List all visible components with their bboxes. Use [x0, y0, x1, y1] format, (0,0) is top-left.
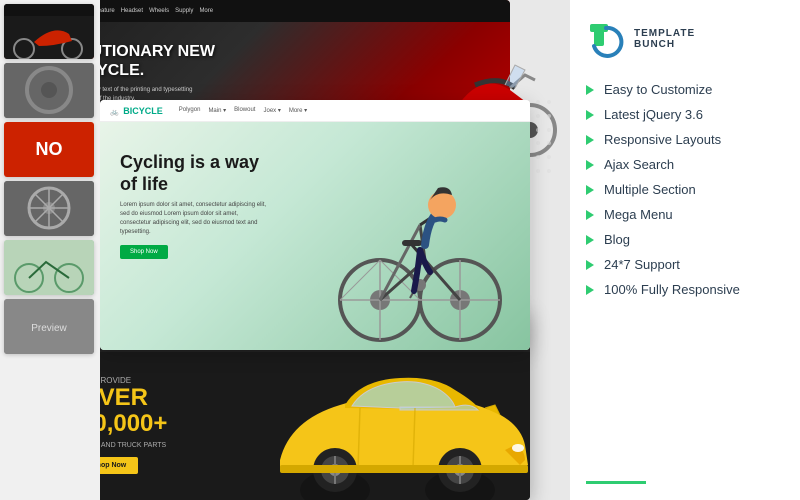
feature-item-8: 100% Fully Responsive: [586, 282, 784, 297]
template-bicycle: 🚲 BICYCLE Polygon Main ▾ Blowout Joex ▾ …: [100, 100, 530, 350]
feature-item-3: Ajax Search: [586, 157, 784, 172]
dot: [536, 141, 540, 145]
right-panel: TEMPLATE BUNCH Easy to Customize Latest j…: [570, 0, 800, 500]
thumb-wheel[interactable]: [4, 181, 94, 236]
feature-item-6: Blog: [586, 232, 784, 247]
feature-label: Blog: [604, 232, 630, 247]
feature-arrow-icon: [586, 160, 594, 170]
dot: [536, 128, 540, 132]
bicycle-shop-button[interactable]: Shop Now: [120, 245, 168, 259]
auto-hero-number: OVER 90,000+: [80, 385, 240, 438]
feature-label: Easy to Customize: [604, 82, 712, 97]
feature-item-4: Multiple Section: [586, 182, 784, 197]
thumb-extra[interactable]: Preview: [4, 299, 94, 354]
car-image: [260, 352, 530, 500]
dot: [536, 155, 540, 159]
dot: [536, 114, 540, 118]
bicycle-logo: 🚲 BICYCLE: [110, 106, 163, 116]
cyclist-image: [330, 140, 510, 350]
dot: [547, 128, 551, 132]
dot: [547, 100, 551, 104]
feature-label: 100% Fully Responsive: [604, 282, 740, 297]
feature-label: Responsive Layouts: [604, 132, 721, 147]
features-list: Easy to Customize Latest jQuery 3.6 Respon…: [586, 82, 784, 297]
feature-arrow-icon: [586, 85, 594, 95]
thumb-motorcycle[interactable]: [4, 4, 94, 59]
feature-arrow-icon: [586, 235, 594, 245]
feature-label: Mega Menu: [604, 207, 673, 222]
bicycle-nav-links: Polygon Main ▾ Blowout Joex ▾ More ▾: [179, 107, 307, 114]
dot: [547, 114, 551, 118]
feature-arrow-icon: [586, 135, 594, 145]
feature-item-7: 24*7 Support: [586, 257, 784, 272]
auto-hero: WE PROVIDE OVER 90,000+ AUTO AND TRUCK P…: [60, 352, 530, 500]
feature-arrow-icon: [586, 210, 594, 220]
dot: [536, 100, 540, 104]
feature-arrow-icon: [586, 110, 594, 120]
brand-logo: [586, 20, 624, 58]
bicycle-hero-title: Cycling is a way of life: [120, 152, 280, 195]
feature-item-0: Easy to Customize: [586, 82, 784, 97]
thumb-bike[interactable]: [4, 240, 94, 295]
feature-label: 24*7 Support: [604, 257, 680, 272]
bicycle-hero: Cycling is a way of life Lorem ipsum dol…: [100, 122, 530, 350]
green-underline: [586, 481, 646, 484]
brand-name: TEMPLATE BUNCH: [634, 28, 695, 50]
bicycle-hero-desc: Lorem ipsum dolor sit amet, consectetur …: [120, 201, 270, 237]
feature-arrow-icon: [586, 285, 594, 295]
auto-hero-desc: AUTO AND TRUCK PARTS: [80, 442, 240, 449]
bicycle-hero-text: Cycling is a way of life Lorem ipsum dol…: [100, 122, 300, 350]
feature-arrow-icon: [586, 260, 594, 270]
feature-item-2: Responsive Layouts: [586, 132, 784, 147]
svg-text:Preview: Preview: [31, 323, 67, 334]
thumbnail-strip: NO: [0, 0, 100, 500]
feature-label: Ajax Search: [604, 157, 674, 172]
feature-label: Latest jQuery 3.6: [604, 107, 703, 122]
feature-item-5: Mega Menu: [586, 207, 784, 222]
brand-header: TEMPLATE BUNCH: [586, 20, 784, 58]
feature-item-1: Latest jQuery 3.6: [586, 107, 784, 122]
dot: [536, 169, 540, 173]
collage: STOCK Home Feature Headset Wheels Supply…: [0, 0, 570, 500]
bicycle-nav: 🚲 BICYCLE Polygon Main ▾ Blowout Joex ▾ …: [100, 100, 530, 122]
feature-label: Multiple Section: [604, 182, 696, 197]
thumb-noproduct[interactable]: NO: [4, 122, 94, 177]
left-panel: STOCK Home Feature Headset Wheels Supply…: [0, 0, 570, 500]
thumb-disc[interactable]: [4, 63, 94, 118]
dot: [547, 169, 551, 173]
feature-arrow-icon: [586, 185, 594, 195]
